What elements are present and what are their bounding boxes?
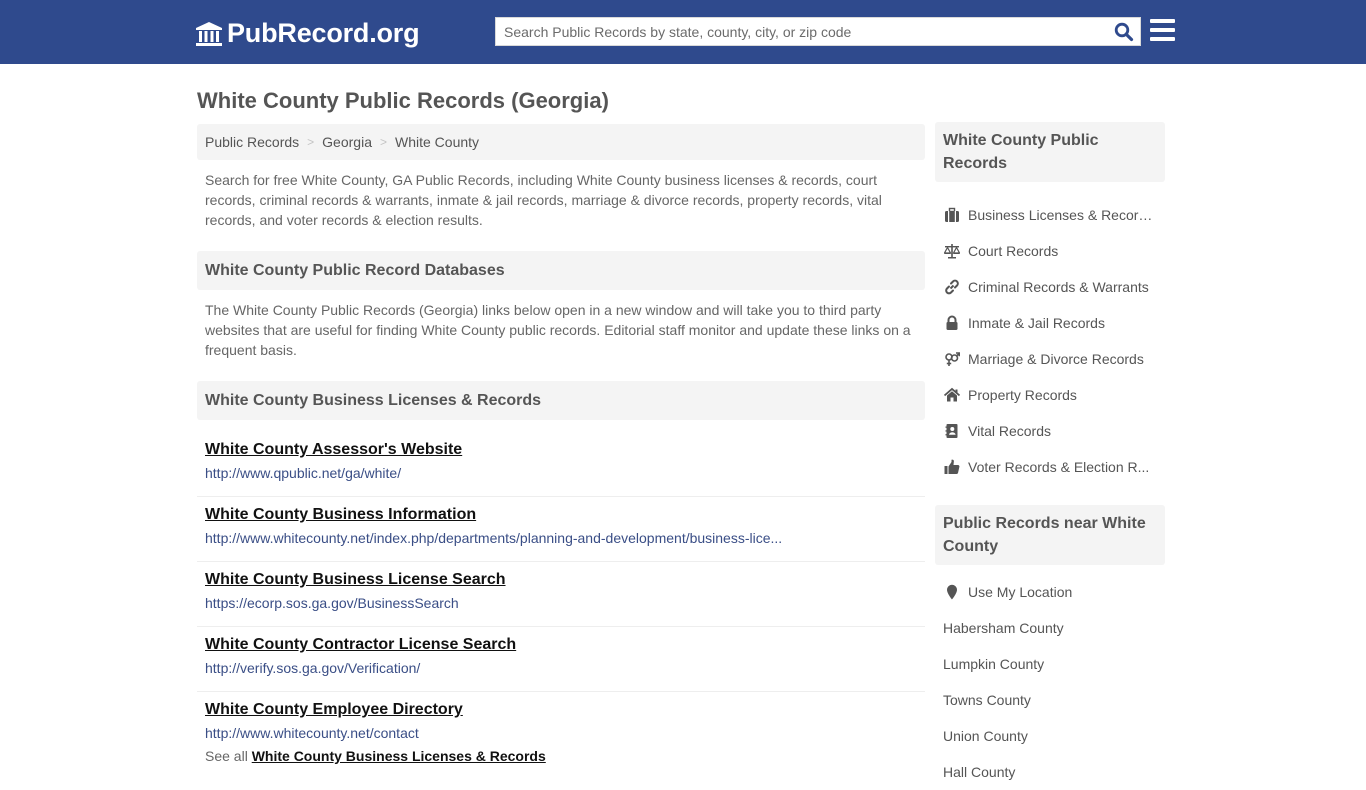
list-item: White County Business License Search htt… [197,562,925,627]
sidebar-item-label: Marriage & Divorce Records [968,351,1144,367]
record-link-title[interactable]: White County Business License Search [205,570,506,590]
record-link-url[interactable]: http://verify.sos.ga.gov/Verification/ [205,659,785,677]
sidebar-item-marriage[interactable]: Marriage & Divorce Records [935,341,1165,377]
breadcrumb-georgia[interactable]: Georgia [322,134,372,150]
breadcrumb-public-records[interactable]: Public Records [205,134,299,150]
record-link-title[interactable]: White County Business Information [205,505,476,525]
menu-button[interactable] [1150,19,1175,41]
sidebar-item-label: Inmate & Jail Records [968,315,1105,331]
nearby-county-link[interactable]: Hall County [935,754,1165,790]
databases-heading: White County Public Record Databases [197,251,925,290]
record-link-url[interactable]: https://ecorp.sos.ga.gov/BusinessSearch [205,594,785,612]
sidebar-item-label: Property Records [968,387,1077,403]
use-my-location-label: Use My Location [968,584,1073,600]
see-all-line: See all White County Business Licenses &… [197,748,925,764]
record-link-url[interactable]: http://www.qpublic.net/ga/white/ [205,464,785,482]
nearby-county-link[interactable]: Towns County [935,682,1165,718]
sidebar-item-voter[interactable]: Voter Records & Election R... [935,449,1165,485]
gender-symbol-icon [943,351,960,367]
record-link-url[interactable]: http://www.whitecounty.net/index.php/dep… [205,529,785,547]
site-header: PubRecord.org [0,0,1366,64]
sidebar-item-inmate[interactable]: Inmate & Jail Records [935,305,1165,341]
list-item: White County Business Information http:/… [197,497,925,562]
site-logo-link[interactable]: PubRecord.org [195,18,420,49]
main-content: Public Records > Georgia > White County … [197,124,925,764]
home-icon [943,387,960,403]
balance-scale-icon [943,243,960,259]
sidebar-item-court[interactable]: Court Records [935,233,1165,269]
nearby-county-link[interactable]: Habersham County [935,610,1165,646]
record-link-url[interactable]: http://www.whitecounty.net/contact [205,724,785,742]
list-item: White County Contractor License Search h… [197,627,925,692]
link-chain-icon [943,279,960,295]
business-link-list: White County Assessor's Website http://w… [197,432,925,748]
hamburger-menu-icon [1150,19,1175,23]
breadcrumb-separator: > [307,135,315,149]
lock-icon [943,315,960,331]
map-marker-icon [943,584,960,600]
sidebar-item-vital[interactable]: Vital Records [935,413,1165,449]
sidebar-item-label: Criminal Records & Warrants [968,279,1149,295]
sidebar-item-label: Vital Records [968,423,1052,439]
see-all-prefix: See all [205,748,248,764]
logo-text: PubRecord.org [227,18,420,48]
list-item: White County Assessor's Website http://w… [197,432,925,497]
page-title: White County Public Records (Georgia) [197,88,609,113]
sidebar-item-label: Court Records [968,243,1059,259]
sidebar-item-criminal[interactable]: Criminal Records & Warrants [935,269,1165,305]
courthouse-icon [196,21,222,46]
breadcrumb: Public Records > Georgia > White County [197,124,925,160]
sidebar-item-label: Voter Records & Election R... [968,459,1150,475]
address-book-icon [943,423,960,439]
search-icon [1114,22,1134,42]
breadcrumb-separator: > [379,135,387,149]
sidebar-item-property[interactable]: Property Records [935,377,1165,413]
see-all-business-link[interactable]: White County Business Licenses & Records [252,748,546,764]
sidebar-item-label: Business Licenses & Records [968,207,1153,223]
sidebar-near-heading: Public Records near White County [935,505,1165,565]
breadcrumb-white-county[interactable]: White County [395,134,479,150]
intro-text: Search for free White County, GA Public … [205,172,882,228]
record-link-title[interactable]: White County Employee Directory [205,700,463,720]
sidebar-records-list: Business Licenses & Records Court Record… [935,197,1165,485]
record-link-title[interactable]: White County Contractor License Search [205,635,516,655]
business-heading: White County Business Licenses & Records [197,381,925,420]
sidebar: White County Public Records Business Lic… [935,122,1165,790]
search-input[interactable] [496,18,1106,45]
use-my-location-button[interactable]: Use My Location [935,574,1165,610]
search-button[interactable] [1114,22,1134,42]
sidebar-item-business[interactable]: Business Licenses & Records [935,197,1165,233]
sidebar-records-heading: White County Public Records [935,122,1165,182]
record-link-title[interactable]: White County Assessor's Website [205,440,462,460]
nearby-county-link[interactable]: Lumpkin County [935,646,1165,682]
search-bar [495,17,1141,46]
list-item: White County Employee Directory http://w… [197,692,925,748]
briefcase-icon [943,207,960,223]
thumbs-up-icon [943,459,960,475]
databases-description: The White County Public Records (Georgia… [205,302,911,358]
nearby-list: Use My Location Habersham County Lumpkin… [935,574,1165,790]
nearby-county-link[interactable]: Union County [935,718,1165,754]
